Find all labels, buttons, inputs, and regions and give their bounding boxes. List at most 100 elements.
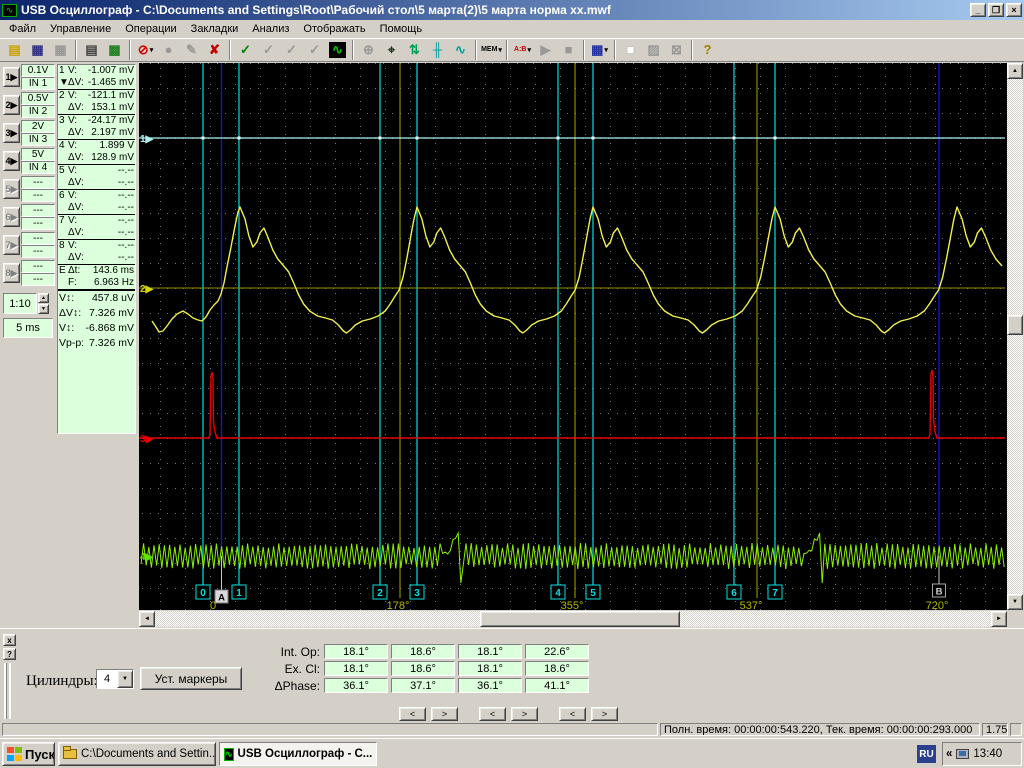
delete-button[interactable]: ✘: [203, 39, 226, 61]
channel-3-input[interactable]: IN 3: [21, 133, 55, 146]
dropdown-arrow-icon[interactable]: ▾: [604, 46, 608, 54]
fit-vertical-button[interactable]: ⇅: [403, 39, 426, 61]
dropdown-arrow-icon[interactable]: ▾: [150, 46, 154, 54]
cursor-measurement: ΔV↕:7.326 mV: [58, 306, 135, 321]
menu-item-Помощь[interactable]: Помощь: [373, 21, 430, 37]
file-manager-button[interactable]: ▩: [103, 39, 126, 61]
dropdown-arrow-icon[interactable]: ▾: [527, 46, 531, 54]
memory-button[interactable]: MEM▾: [480, 39, 503, 61]
probe-ratio-field[interactable]: 1:10: [3, 293, 37, 314]
set-markers-button[interactable]: ╫: [426, 39, 449, 61]
channel-2-input[interactable]: IN 2: [21, 105, 55, 118]
panel-grip[interactable]: [4, 663, 13, 719]
vscroll-up-icon[interactable]: ▲: [1007, 63, 1023, 79]
save-file-button[interactable]: ▦: [26, 39, 49, 61]
start-button[interactable]: Пуск: [2, 742, 55, 766]
set-markers-button[interactable]: Уст. маркеры: [140, 667, 242, 690]
menu-item-Управление[interactable]: Управление: [43, 21, 118, 37]
taskbar-task-1[interactable]: C:\Documents and Settin...: [58, 742, 216, 766]
menu-item-Закладки[interactable]: Закладки: [184, 21, 246, 37]
oscilloscope-area[interactable]: 1▶2▶3▶4▶01234567AB0178°355°537°720° ▲▼ ◄…: [138, 62, 1024, 628]
phase-nav-next-button[interactable]: >: [591, 707, 618, 721]
channel-3-button[interactable]: 3▶: [3, 123, 20, 143]
help-button[interactable]: ?: [696, 39, 719, 61]
channel-5-button[interactable]: 5▶: [3, 179, 20, 199]
network-icon[interactable]: [956, 749, 969, 759]
channel-1-button[interactable]: 1▶: [3, 67, 20, 87]
channel-6-input[interactable]: ---: [21, 217, 55, 230]
channel-8-button[interactable]: 8▶: [3, 263, 20, 283]
meas-ch-num: 1: [59, 65, 68, 77]
phase-nav-next-button[interactable]: >: [431, 707, 458, 721]
channel-7-range[interactable]: ---: [21, 232, 55, 245]
language-indicator[interactable]: RU: [917, 745, 936, 763]
probe-spin-down-icon[interactable]: ▼: [38, 304, 49, 314]
vertical-scrollbar[interactable]: ▲▼: [1007, 63, 1023, 610]
cylinders-select[interactable]: 4 ▼: [96, 669, 134, 689]
phase-nav-prev-button[interactable]: <: [399, 707, 426, 721]
waveform-display[interactable]: 1▶2▶3▶4▶01234567AB0178°355°537°720°: [139, 63, 1007, 615]
menu-item-Отображать[interactable]: Отображать: [296, 21, 372, 37]
panel-help-button[interactable]: ?: [3, 648, 16, 660]
confirm-add-button: ✓: [280, 39, 303, 61]
confirm-button[interactable]: ✓: [234, 39, 257, 61]
phase-nav-prev-button[interactable]: <: [479, 707, 506, 721]
hscroll-thumb[interactable]: [480, 611, 680, 627]
scope-canvas[interactable]: 1▶2▶3▶4▶01234567AB0178°355°537°720°: [139, 63, 1007, 610]
script-panel-button[interactable]: ▦▾: [588, 39, 611, 61]
open-file-button[interactable]: ▤: [3, 39, 26, 61]
channel-6-range[interactable]: ---: [21, 204, 55, 217]
print-button[interactable]: ▤: [80, 39, 103, 61]
cursor-label: V↕:: [59, 321, 74, 336]
power-button[interactable]: ⊘▾: [134, 39, 157, 61]
restore-button[interactable]: ❐: [988, 3, 1004, 17]
hscroll-left-icon[interactable]: ◄: [139, 611, 155, 627]
phase-analysis-panel: x ? Цилиндры: 4 ▼ Уст. маркеры Int. Op:1…: [0, 628, 1024, 722]
probe-spin-up-icon[interactable]: ▲: [38, 293, 49, 303]
channel-2-button[interactable]: 2▶: [3, 95, 20, 115]
channel-1-range[interactable]: 0.1V: [21, 64, 55, 77]
minimize-button[interactable]: _: [970, 3, 986, 17]
meas-v-value: --.--: [77, 215, 134, 227]
channel-5-range[interactable]: ---: [21, 176, 55, 189]
select-area-button[interactable]: ■: [619, 39, 642, 61]
channel-4-input[interactable]: IN 4: [21, 161, 55, 174]
channel-1-input[interactable]: IN 1: [21, 77, 55, 90]
channel-8-range[interactable]: ---: [21, 260, 55, 273]
xy-display-button[interactable]: ∿: [326, 39, 349, 61]
channel-8-input[interactable]: ---: [21, 273, 55, 286]
vscroll-down-icon[interactable]: ▼: [1007, 594, 1023, 610]
channel-3-range[interactable]: 2V: [21, 120, 55, 133]
channel-4-button[interactable]: 4▶: [3, 151, 20, 171]
channel-7-button[interactable]: 7▶: [3, 235, 20, 255]
tray-collapse-icon[interactable]: «: [946, 748, 952, 760]
close-button[interactable]: ×: [1006, 3, 1022, 17]
menu-item-Операции[interactable]: Операции: [118, 21, 183, 37]
taskbar-task-2[interactable]: ∿USB Осциллограф - C...: [219, 742, 377, 766]
timebase-field[interactable]: 5 ms: [3, 318, 53, 338]
menu-item-Анализ[interactable]: Анализ: [245, 21, 296, 37]
channel-7-input[interactable]: ---: [21, 245, 55, 258]
dropdown-arrow-icon[interactable]: ▾: [498, 46, 502, 54]
script-open-button[interactable]: A:B▾: [511, 39, 534, 61]
channel-5-input[interactable]: ---: [21, 189, 55, 202]
meas-dv-value: --.--: [84, 252, 134, 264]
horizontal-scrollbar[interactable]: ◄►: [139, 611, 1007, 627]
meas-dv-value: --.--: [84, 227, 134, 239]
panel-close-button[interactable]: x: [3, 634, 16, 646]
phase-nav-next-button[interactable]: >: [511, 707, 538, 721]
hscroll-right-icon[interactable]: ►: [991, 611, 1007, 627]
channel-4-range[interactable]: 5V: [21, 148, 55, 161]
meas-v-label: V:: [68, 90, 77, 102]
cylinders-dropdown-icon[interactable]: ▼: [117, 670, 133, 688]
menu-item-Файл[interactable]: Файл: [2, 21, 43, 37]
search-button[interactable]: ⌖: [380, 39, 403, 61]
meas-dv-value: 128.9 mV: [84, 152, 134, 164]
meas-v-value: --.--: [77, 165, 134, 177]
phase-nav-prev-button[interactable]: <: [559, 707, 586, 721]
phase-row-label: ΔPhase:: [268, 679, 320, 693]
channel-2-range[interactable]: 0.5V: [21, 92, 55, 105]
vscroll-thumb[interactable]: [1007, 315, 1023, 335]
channel-6-button[interactable]: 6▶: [3, 207, 20, 227]
wave-markers-button[interactable]: ∿: [449, 39, 472, 61]
